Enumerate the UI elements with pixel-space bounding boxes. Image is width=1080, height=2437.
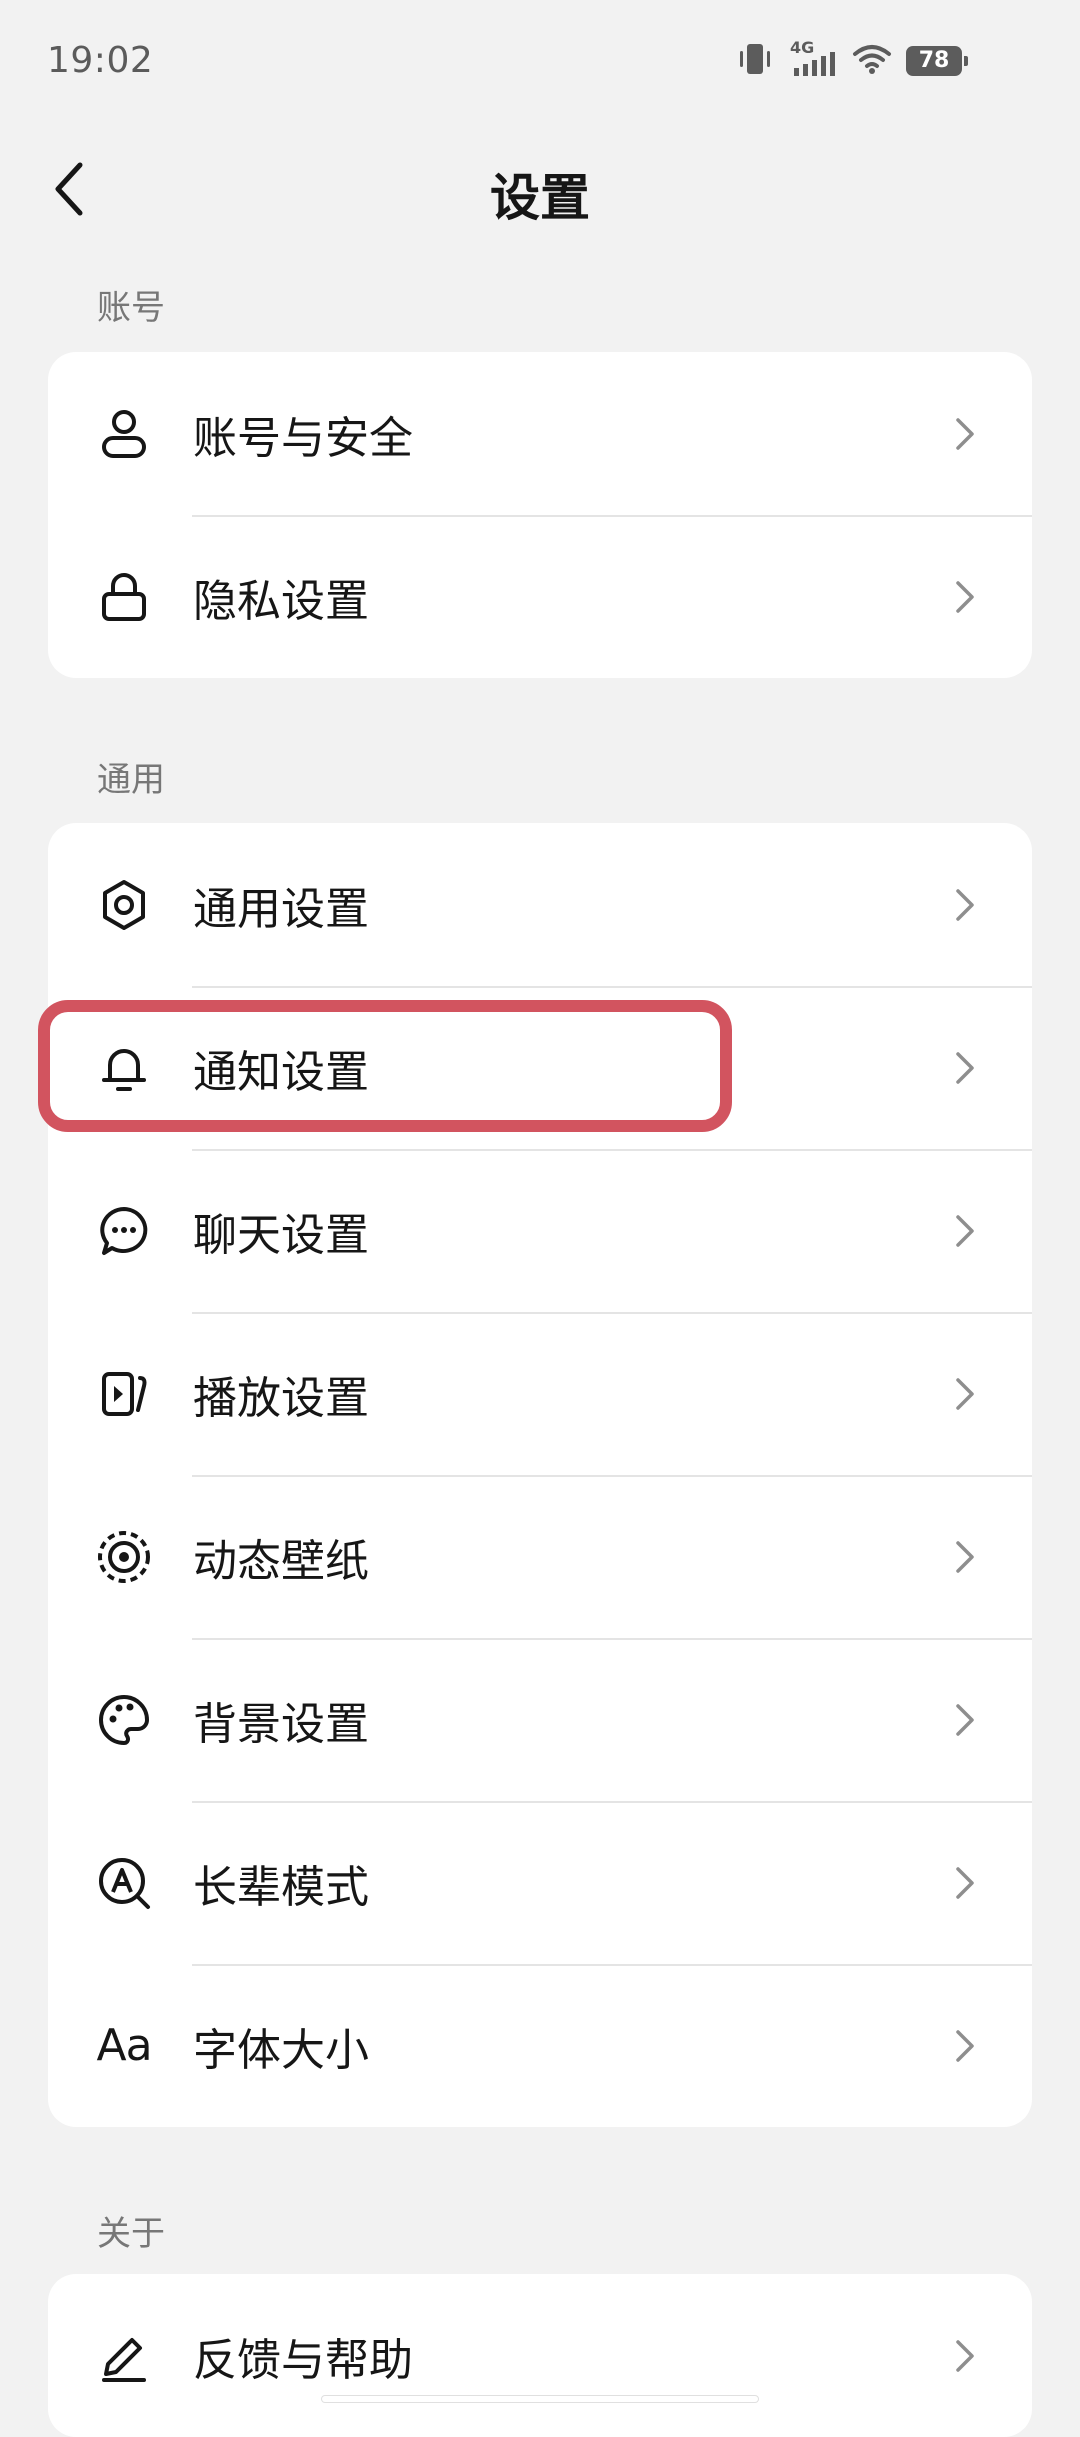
item-label: 通用设置 bbox=[193, 883, 369, 935]
chevron-right-icon bbox=[950, 414, 980, 454]
chevron-right-icon bbox=[950, 1863, 980, 1903]
settings-item-general[interactable]: 通用设置 bbox=[48, 823, 1032, 986]
card-about: 反馈与帮助 bbox=[48, 2274, 1032, 2437]
status-icons: 4G 78 bbox=[736, 38, 968, 80]
settings-item-background[interactable]: 背景设置 bbox=[48, 1638, 1032, 1801]
user-icon bbox=[96, 406, 152, 462]
battery-icon: 78 bbox=[906, 46, 968, 76]
chevron-right-icon bbox=[950, 1700, 980, 1740]
palette-icon bbox=[96, 1692, 152, 1748]
settings-item-playback[interactable]: 播放设置 bbox=[48, 1312, 1032, 1475]
chevron-right-icon bbox=[950, 1374, 980, 1414]
font-size-icon: Aa bbox=[96, 2018, 152, 2074]
chevron-right-icon bbox=[950, 2336, 980, 2376]
chevron-right-icon bbox=[950, 2026, 980, 2066]
play-icon bbox=[96, 1366, 152, 1422]
lock-icon bbox=[96, 569, 152, 625]
chevron-right-icon bbox=[950, 1048, 980, 1088]
settings-item-font-size[interactable]: Aa 字体大小 bbox=[48, 1964, 1032, 2127]
settings-item-account-security[interactable]: 账号与安全 bbox=[48, 352, 1032, 515]
item-label: 字体大小 bbox=[193, 2024, 369, 2076]
settings-item-chat[interactable]: 聊天设置 bbox=[48, 1149, 1032, 1312]
settings-item-privacy[interactable]: 隐私设置 bbox=[48, 515, 1032, 678]
section-title-account: 账号 bbox=[97, 288, 165, 328]
section-title-about: 关于 bbox=[97, 2214, 165, 2254]
cellular-signal-icon: 4G bbox=[788, 38, 838, 78]
settings-item-elder-mode[interactable]: 长辈模式 bbox=[48, 1801, 1032, 1964]
live-wallpaper-icon bbox=[96, 1529, 152, 1585]
header: 设置 bbox=[0, 124, 1080, 254]
chevron-right-icon bbox=[950, 577, 980, 617]
chevron-right-icon bbox=[950, 885, 980, 925]
chevron-right-icon bbox=[950, 1211, 980, 1251]
status-bar: 19:02 4G 78 bbox=[0, 0, 1080, 124]
item-label: 通知设置 bbox=[193, 1046, 369, 1098]
item-label: 背景设置 bbox=[193, 1698, 369, 1750]
chevron-right-icon bbox=[950, 1537, 980, 1577]
gear-icon bbox=[96, 877, 152, 933]
item-label: 账号与安全 bbox=[193, 412, 413, 464]
card-general: 通用设置 通知设置 聊天设置 播放设置 动态壁纸 背景设置 长辈模式 Aa 字体… bbox=[48, 823, 1032, 2127]
vibrate-icon bbox=[736, 42, 774, 80]
item-label: 聊天设置 bbox=[193, 1209, 369, 1261]
item-label: 播放设置 bbox=[193, 1372, 369, 1424]
chat-icon bbox=[96, 1203, 152, 1259]
bell-icon bbox=[96, 1040, 152, 1096]
page-title: 设置 bbox=[490, 169, 590, 227]
elder-mode-icon bbox=[96, 1855, 152, 1911]
home-indicator bbox=[322, 2396, 758, 2402]
settings-item-notification[interactable]: 通知设置 bbox=[48, 986, 1032, 1149]
pencil-icon bbox=[96, 2328, 152, 2384]
wifi-icon bbox=[852, 43, 892, 79]
card-account: 账号与安全 隐私设置 bbox=[48, 352, 1032, 678]
item-label: 动态壁纸 bbox=[193, 1535, 369, 1587]
item-label: 反馈与帮助 bbox=[193, 2334, 413, 2386]
settings-item-feedback-help[interactable]: 反馈与帮助 bbox=[48, 2274, 1032, 2437]
settings-item-live-wallpaper[interactable]: 动态壁纸 bbox=[48, 1475, 1032, 1638]
section-title-general: 通用 bbox=[97, 760, 165, 800]
font-size-glyph: Aa bbox=[96, 2020, 152, 2071]
item-label: 长辈模式 bbox=[193, 1861, 369, 1913]
item-label: 隐私设置 bbox=[193, 575, 369, 627]
status-time: 19:02 bbox=[47, 40, 154, 81]
